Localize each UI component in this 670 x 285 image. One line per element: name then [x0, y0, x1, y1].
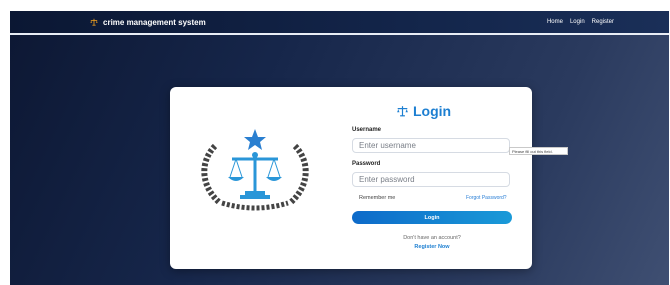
- username-input[interactable]: Enter username: [352, 138, 510, 153]
- register-now-link[interactable]: Register Now: [351, 244, 513, 250]
- nav-home-link[interactable]: Home: [547, 19, 563, 25]
- brand-name: crime management system: [103, 17, 206, 27]
- nav-links: Home Login Register: [547, 19, 614, 25]
- username-label: Username: [352, 127, 382, 133]
- justice-emblem-icon: [201, 129, 309, 211]
- login-title-text: Login: [413, 103, 452, 119]
- navbar: crime management system Home Login Regis…: [10, 11, 669, 35]
- scales-icon: [90, 18, 98, 26]
- password-label: Password: [352, 161, 381, 167]
- no-account-text: Don't have an account?: [403, 235, 461, 241]
- nav-login-link[interactable]: Login: [570, 19, 585, 25]
- login-title: Login: [396, 103, 451, 119]
- brand[interactable]: crime management system: [90, 18, 206, 27]
- password-input[interactable]: Enter password: [352, 172, 510, 187]
- remember-me-label[interactable]: Remember me: [359, 195, 395, 201]
- validation-tooltip: Please fill out this field.: [509, 147, 568, 155]
- scales-icon: [397, 106, 408, 117]
- login-card: Login Username Enter username Password E…: [170, 87, 532, 269]
- login-button[interactable]: Login: [352, 211, 512, 224]
- nav-register-link[interactable]: Register: [592, 19, 614, 25]
- forgot-password-link[interactable]: Forgot Password?: [466, 195, 507, 201]
